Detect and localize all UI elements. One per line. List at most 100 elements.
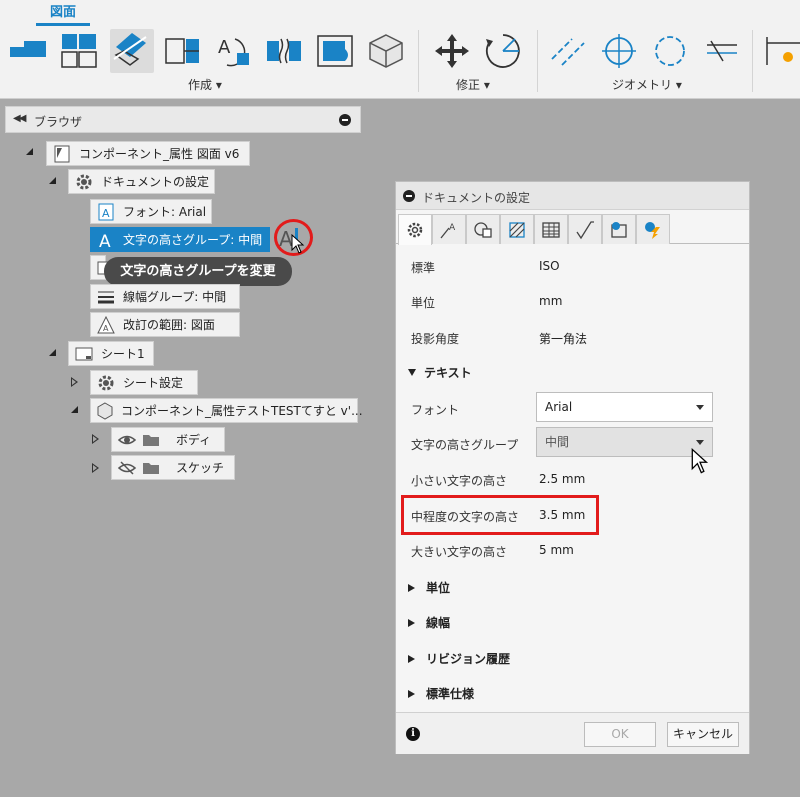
expand-sheet-settings-icon[interactable] [71, 377, 78, 387]
tree-node-label: スケッチ [176, 461, 225, 475]
small-text-height-value: 2.5 mm [539, 472, 586, 486]
chevron-down-icon [408, 369, 416, 376]
tree-node-revision-range[interactable]: A 改訂の範囲: 図面 [90, 312, 240, 337]
line-width-icon [95, 287, 117, 307]
tree-node-font[interactable]: A フォント: Arial [90, 199, 212, 224]
chevron-right-icon [408, 618, 415, 627]
expand-root-icon[interactable] [26, 148, 33, 155]
detail-view-icon[interactable] [163, 31, 203, 71]
tree-node-component-view[interactable]: コンポーネント_属性テストTESTてすと v'... [90, 398, 363, 423]
section-text-label: テキスト [424, 366, 472, 380]
ribbon-toolbar: 図面 A 作成 ▾ 修正 ▾ ジオメトリ ▾ [0, 0, 800, 99]
base-view-icon[interactable] [8, 31, 48, 71]
text-height-group-value: 中間 [545, 435, 570, 449]
section-units[interactable]: 単位 [408, 579, 450, 596]
info-icon[interactable]: i [406, 727, 420, 741]
table-icon [542, 221, 560, 238]
expand-bodies-icon[interactable] [92, 434, 99, 444]
section-revision-history-label: リビジョン履歴 [426, 652, 511, 666]
tab-annotation[interactable]: A [432, 214, 466, 244]
standard-label: 標準 [411, 261, 436, 275]
tree-node-bodies[interactable]: ボディ [111, 427, 225, 452]
large-text-height-label: 大きい文字の高さ [411, 545, 508, 559]
break-view-icon[interactable] [264, 31, 304, 71]
tab-tables[interactable] [534, 214, 568, 244]
svg-text:A: A [218, 37, 231, 58]
dialog-title: ドキュメントの設定 [422, 191, 531, 205]
eye-hidden-icon[interactable] [116, 458, 138, 478]
tree-node-label: フォント: Arial [123, 205, 207, 219]
tab-balloons[interactable] [602, 214, 636, 244]
section-revision-history[interactable]: リビジョン履歴 [408, 650, 510, 667]
group-create-label[interactable]: 作成 ▾ [188, 76, 222, 93]
tree-node-doc-settings[interactable]: ドキュメントの設定 [68, 169, 215, 194]
centerline-icon[interactable] [548, 31, 588, 71]
edge-extension-icon[interactable] [701, 31, 741, 71]
collapse-browser-icon[interactable]: ◀◀ [13, 113, 26, 124]
surface-symbol-icon [576, 220, 594, 239]
expand-sheet1-icon[interactable] [49, 349, 56, 356]
dialog-footer: i OK キャンセル [396, 712, 749, 754]
tree-node-label: 文字の高さグループ: 中間 [123, 233, 263, 247]
section-line-width[interactable]: 線幅 [408, 614, 450, 631]
expand-sketches-icon[interactable] [92, 463, 99, 473]
center-mark-pattern-icon[interactable] [650, 31, 690, 71]
tab-views[interactable] [466, 214, 500, 244]
3d-model-icon[interactable] [366, 31, 406, 71]
rotate-icon[interactable] [483, 31, 523, 71]
hatch-icon [509, 221, 525, 238]
section-standard-spec[interactable]: 標準仕様 [408, 685, 474, 702]
sketch-text-icon[interactable]: A [213, 31, 253, 71]
ribbon-separator [418, 30, 419, 92]
tree-node-text-height-group[interactable]: A 文字の高さグループ: 中間 [90, 227, 270, 252]
section-units-label: 単位 [426, 581, 451, 595]
tree-node-sketches[interactable]: スケッチ [111, 455, 235, 480]
expand-component-view-icon[interactable] [71, 406, 78, 413]
advanced-settings-icon [645, 221, 660, 239]
tree-node-root[interactable]: コンポーネント_属性 図面 v6 [46, 141, 250, 166]
move-icon[interactable] [432, 31, 472, 71]
tree-node-sheet1[interactable]: シート1 [68, 341, 154, 366]
ok-button[interactable]: OK [584, 722, 656, 747]
mouse-cursor-icon [291, 234, 305, 254]
tab-advanced[interactable] [636, 214, 670, 244]
drawing-icon [51, 144, 73, 164]
group-geometry-label[interactable]: ジオメトリ ▾ [612, 76, 682, 93]
large-text-height-value: 5 mm [539, 543, 574, 557]
chevron-right-icon [408, 689, 415, 698]
cancel-button[interactable]: キャンセル [667, 722, 739, 747]
tree-node-label: ドキュメントの設定 [101, 175, 210, 189]
eye-icon[interactable] [116, 430, 138, 450]
tab-symbols[interactable] [568, 214, 602, 244]
tree-node-label: ボディ [176, 433, 212, 447]
section-view-icon[interactable] [110, 29, 154, 73]
center-mark-icon[interactable] [599, 31, 639, 71]
font-icon: A [95, 202, 117, 222]
tree-node-sheet-settings[interactable]: シート設定 [90, 370, 198, 395]
expand-doc-settings-icon[interactable] [49, 177, 56, 184]
dialog-minimize-icon[interactable] [403, 190, 415, 202]
section-standard-spec-label: 標準仕様 [426, 687, 475, 701]
tree-node-label: コンポーネント_属性 図面 v6 [79, 147, 240, 161]
dropdown-caret-icon [696, 440, 704, 445]
tree-node-line-width-group[interactable]: 線幅グループ: 中間 [90, 284, 240, 309]
view-icon [474, 221, 492, 238]
font-select[interactable]: Arial [536, 392, 713, 422]
group-modify-label[interactable]: 修正 ▾ [456, 76, 490, 93]
projected-view-icon[interactable] [59, 31, 99, 71]
section-text[interactable]: テキスト [408, 364, 472, 381]
tree-node-label: シート1 [101, 347, 145, 361]
standard-value: ISO [539, 259, 560, 273]
gear-icon [407, 222, 423, 238]
dimension-icon[interactable] [762, 31, 800, 71]
dialog-title-bar[interactable]: ドキュメントの設定 [396, 182, 749, 210]
chevron-right-icon [408, 654, 415, 663]
tab-general-settings[interactable] [398, 214, 432, 245]
browser-header: ◀◀ ブラウザ [5, 106, 361, 133]
tab-hatch[interactable] [500, 214, 534, 244]
text-height-group-select[interactable]: 中間 [536, 427, 713, 457]
tab-drawing[interactable]: 図面 [36, 3, 90, 26]
border-view-icon[interactable] [315, 31, 355, 71]
browser-minimize-icon[interactable] [339, 114, 351, 126]
sheet-icon [73, 344, 95, 364]
